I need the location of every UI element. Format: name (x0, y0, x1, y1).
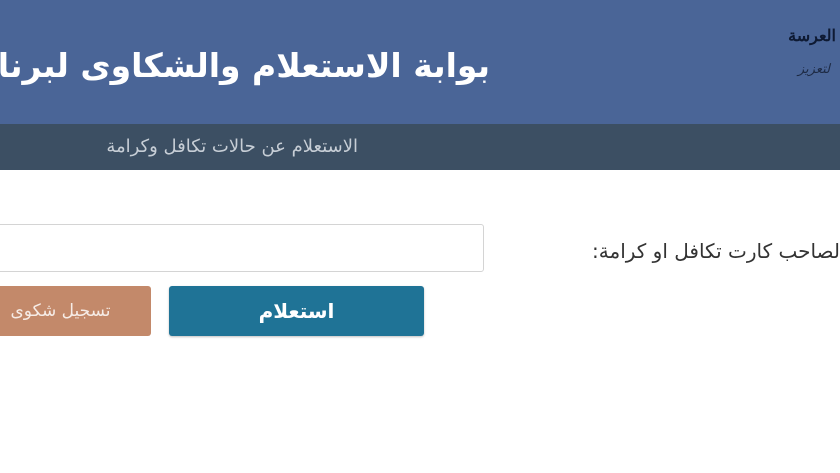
inquiry-button[interactable]: استعلام (169, 286, 424, 336)
header: بوابة الاستعلام والشكاوى لبرنامج العرسة … (0, 0, 840, 124)
organization-name: العرسة (788, 26, 836, 45)
page: بوابة الاستعلام والشكاوى لبرنامج العرسة … (0, 0, 840, 473)
card-holder-label: لصاحب كارت تكافل او كرامة: (592, 239, 840, 263)
nav-link-inquiry-cases[interactable]: الاستعلام عن حالات تكافل وكرامة (106, 135, 358, 159)
page-title: بوابة الاستعلام والشكاوى لبرنامج (0, 46, 490, 85)
organization-subtitle: لتعزيز (797, 62, 830, 77)
navigation-bar: الاستعلام عن حالات تكافل وكرامة (0, 124, 840, 170)
card-number-input[interactable] (0, 224, 484, 272)
register-complaint-button[interactable]: تسجيل شكوى (0, 286, 151, 336)
